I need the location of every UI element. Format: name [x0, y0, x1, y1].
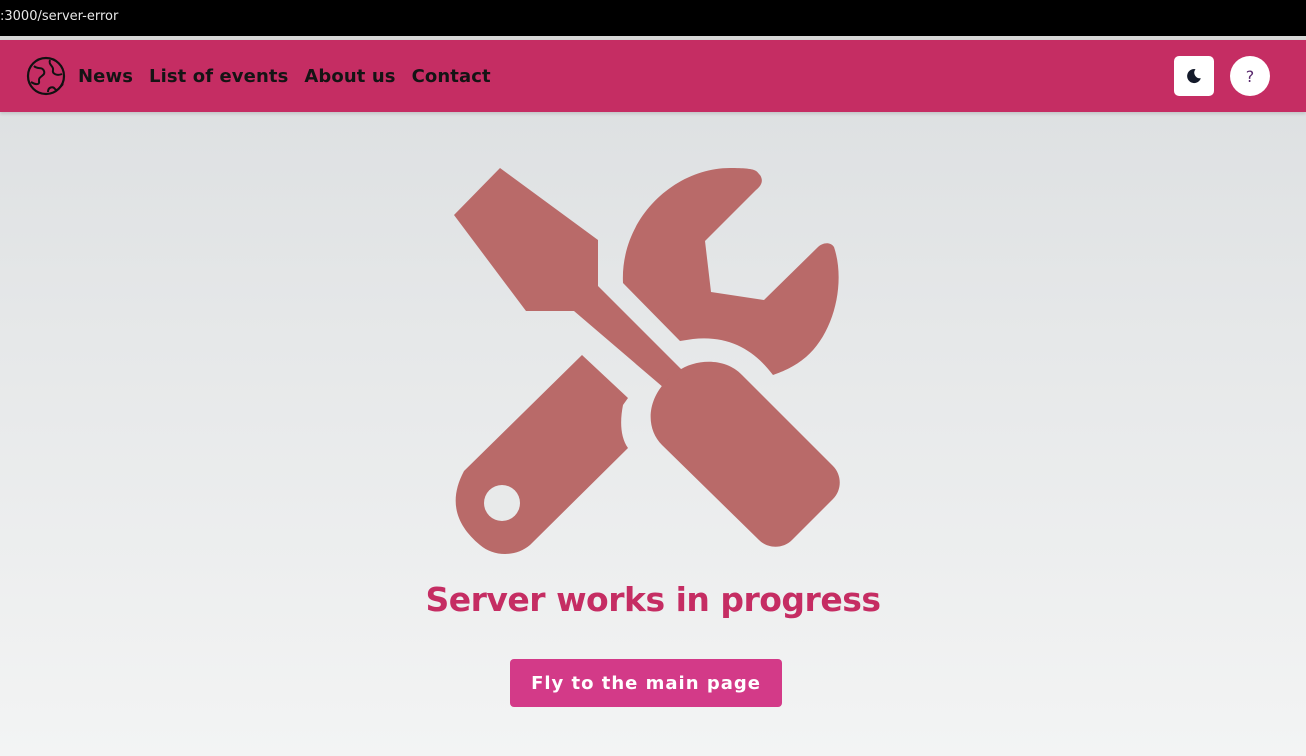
- nav-links: News List of events About us Contact: [78, 40, 491, 112]
- nav-link-list-of-events[interactable]: List of events: [149, 66, 288, 87]
- nav-link-contact[interactable]: Contact: [412, 66, 491, 87]
- globe-logo-icon[interactable]: [26, 56, 66, 96]
- moon-icon: [1187, 69, 1201, 84]
- navbar: News List of events About us Contact ?: [0, 40, 1306, 112]
- nav-link-about-us[interactable]: About us: [304, 66, 395, 87]
- nav-link-news[interactable]: News: [78, 66, 133, 87]
- help-button[interactable]: ?: [1230, 56, 1270, 96]
- theme-toggle-button[interactable]: [1174, 56, 1214, 96]
- browser-url-bar[interactable]: :3000/server-error: [0, 0, 1306, 36]
- url-text: :3000/server-error: [0, 9, 119, 24]
- main-page-button[interactable]: Fly to the main page: [510, 659, 782, 707]
- error-title: Server works in progress: [425, 580, 881, 619]
- wrench-screwdriver-icon: [454, 168, 840, 554]
- help-label: ?: [1245, 66, 1255, 86]
